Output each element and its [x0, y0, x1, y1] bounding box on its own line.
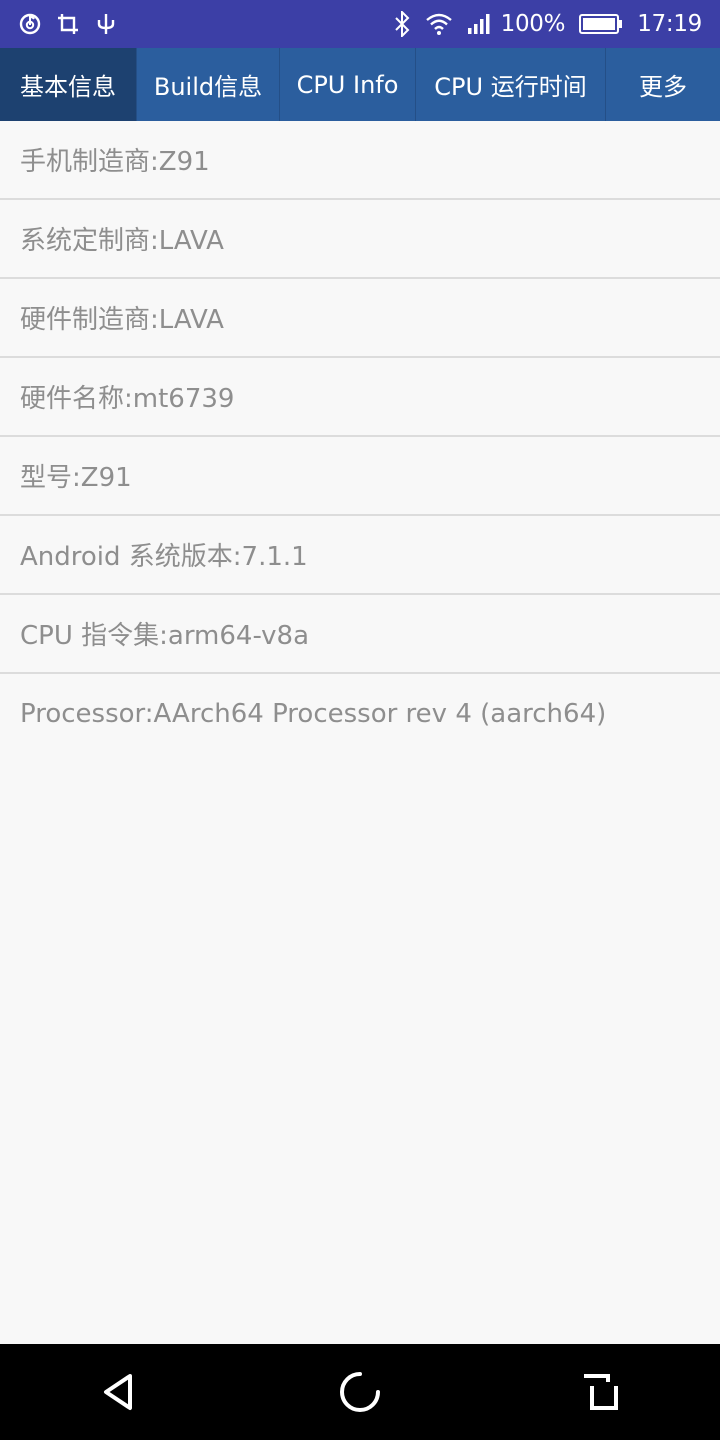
clock: 17:19	[637, 11, 702, 37]
tab-bar: 基本信息 Build信息 CPU Info CPU 运行时间 更多	[0, 48, 720, 121]
list-item: 硬件名称:mt6739	[0, 358, 720, 437]
status-notification-icons	[18, 12, 132, 36]
list-item: Android 系统版本:7.1.1	[0, 516, 720, 595]
tab-build-info[interactable]: Build信息	[137, 48, 280, 121]
list-item: CPU 指令集:arm64-v8a	[0, 595, 720, 674]
bluetooth-icon	[393, 11, 411, 37]
tab-basic-info[interactable]: 基本信息	[0, 48, 137, 121]
status-bar: 100% 17:19	[0, 0, 720, 48]
back-button[interactable]	[80, 1352, 160, 1432]
netease-music-icon	[18, 12, 42, 36]
recents-icon	[584, 1374, 618, 1410]
signal-icon	[467, 13, 493, 35]
list-item: Processor:AArch64 Processor rev 4 (aarch…	[20, 698, 607, 729]
tab-cpu-runtime[interactable]: CPU 运行时间	[416, 48, 606, 121]
list-item: 系统定制商:LAVA	[0, 200, 720, 279]
battery-icon	[579, 13, 623, 35]
list-item: 硬件制造商:LAVA	[0, 279, 720, 358]
home-icon	[340, 1372, 380, 1412]
list-item: 型号:Z91	[0, 437, 720, 516]
navigation-bar	[0, 1344, 720, 1440]
battery-percent: 100%	[500, 11, 566, 37]
home-button[interactable]	[320, 1352, 400, 1432]
tab-cpu-info[interactable]: CPU Info	[280, 48, 416, 121]
crop-icon	[56, 12, 80, 36]
status-system-icons: 100% 17:19	[379, 11, 702, 37]
device-info-list: 手机制造商:Z91 系统定制商:LAVA 硬件制造商:LAVA 硬件名称:mt6…	[0, 121, 720, 753]
wifi-icon	[425, 12, 453, 36]
list-item: 手机制造商:Z91	[0, 121, 720, 200]
tab-more[interactable]: 更多	[606, 48, 720, 121]
back-icon	[104, 1374, 132, 1410]
recents-button[interactable]	[560, 1352, 640, 1432]
usb-icon	[94, 12, 118, 36]
